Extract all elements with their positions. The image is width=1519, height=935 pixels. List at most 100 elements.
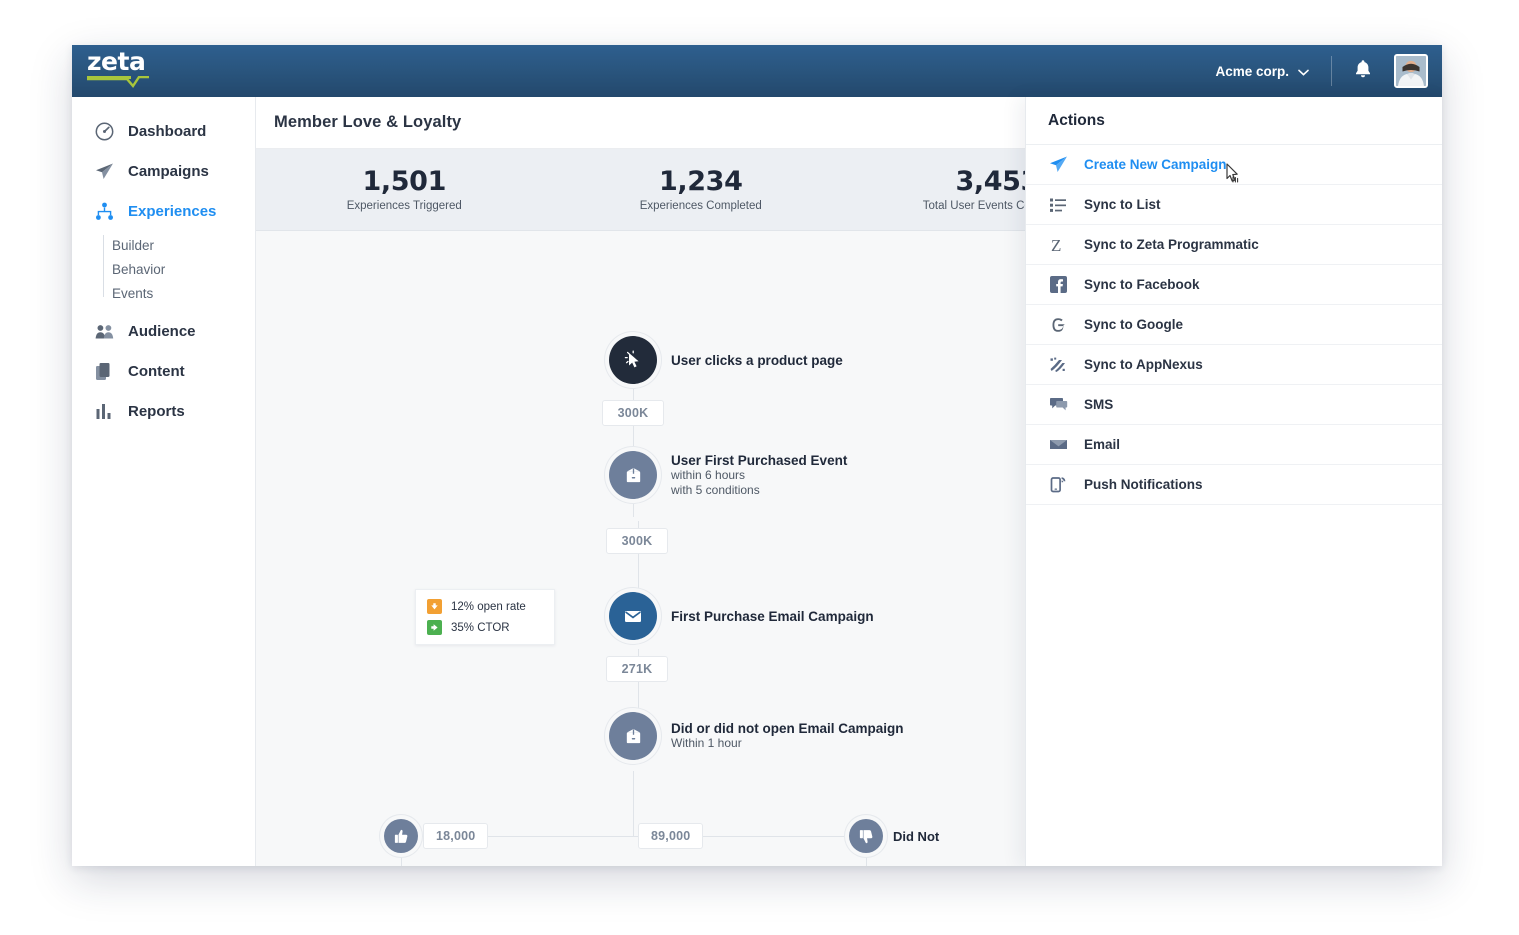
action-label: Sync to Facebook [1084,277,1200,292]
package-icon [609,712,657,760]
sidebar-item-label: Content [128,362,185,380]
metric-row: 35% CTOR [427,620,540,635]
cursor-click-icon [609,336,657,384]
action-create-new-campaign[interactable]: Create New Campaign [1026,145,1442,185]
action-label: Sync to AppNexus [1084,357,1203,372]
action-email[interactable]: Email [1026,425,1442,465]
flow-node-event[interactable]: User First Purchased Event within 6 hour… [609,451,847,499]
metric-row: 12% open rate [427,599,540,614]
flow-node-text: User First Purchased Event within 6 hour… [671,453,847,498]
envelope-icon [1048,435,1068,455]
bar-chart-icon [94,401,114,421]
metric-label: 12% open rate [451,600,526,613]
sidebar-item-label: Campaigns [128,162,209,180]
mobile-push-icon [1048,475,1068,495]
action-sync-to-google[interactable]: Sync to Google [1026,305,1442,345]
actions-panel: Actions Create New Campaign Sync to List… [1025,97,1442,866]
sidebar-subnav: Builder Behavior Events [72,233,255,305]
zeta-z-icon: Z [1048,235,1068,255]
zeta-logo[interactable]: zeta [87,49,149,93]
paper-plane-icon [94,161,114,181]
sidebar-item-dashboard[interactable]: Dashboard [72,111,255,151]
bell-icon [1354,59,1372,84]
action-label: Email [1084,437,1121,452]
sidebar-item-reports[interactable]: Reports [72,391,255,431]
sidebar-item-content[interactable]: Content [72,351,255,391]
flow-node-title: User First Purchased Event [671,452,848,468]
sidebar-subitem-events[interactable]: Events [112,281,255,305]
flow-branch-label: Did Not [893,828,940,844]
flow-count-pill: 300K [602,400,664,426]
flow-count-value: 271K [621,662,653,676]
flow-node-title: Did or did not open Email Campaign [671,721,904,736]
flow-edge [633,771,634,836]
action-sync-to-zeta-programmatic[interactable]: Z Sync to Zeta Programmatic [1026,225,1442,265]
org-name: Acme corp. [1215,63,1289,79]
thumbs-up-icon [384,819,418,853]
sidebar-subitem-label: Behavior [112,261,166,277]
sidebar-item-audience[interactable]: Audience [72,311,255,351]
action-sync-to-facebook[interactable]: Sync to Facebook [1026,265,1442,305]
action-label: Sync to List [1084,197,1161,212]
appnexus-icon [1048,355,1068,375]
action-sync-to-list[interactable]: Sync to List [1026,185,1442,225]
svg-text:Z: Z [1051,236,1061,254]
flow-node-text: User clicks a product page [671,353,843,368]
speedometer-icon [94,121,114,141]
flow-node-subtitle: with 5 conditions [671,482,760,497]
flow-node-text: Did or did not open Email Campaign Withi… [671,721,904,751]
sidebar-item-campaigns[interactable]: Campaigns [72,151,255,191]
flow-node-subtitle: within 6 hours [671,467,746,482]
notifications-button[interactable] [1332,59,1394,84]
list-icon [1048,195,1068,215]
sidebar-subitem-behavior[interactable]: Behavior [112,257,255,281]
flow-branch-did-not[interactable]: Did Not [849,819,939,853]
sidebar-item-label: Experiences [128,202,217,220]
flow-count-value: 18,000 [436,829,476,843]
sidebar-item-label: Reports [128,402,185,420]
action-label: Push Notifications [1084,477,1203,492]
sidebar-item-label: Audience [128,322,196,340]
stat-card: 1,501 Experiences Triggered [256,166,553,213]
top-bar-right: Acme corp. [1215,45,1442,97]
flow-count-pill: 300K [606,528,668,554]
app-window: zeta Acme corp. Dashboard Campaigns Expe… [72,45,1442,866]
sidebar-subitem-builder[interactable]: Builder [112,233,255,257]
paper-plane-icon [1048,155,1068,175]
sidebar-subitem-label: Events [112,285,154,301]
sidebar-item-label: Dashboard [128,122,207,140]
envelope-icon [609,592,657,640]
flow-count-value: 300K [617,406,649,420]
stat-label: Experiences Triggered [346,200,462,212]
action-label: Sync to Zeta Programmatic [1084,237,1259,252]
sidebar: Dashboard Campaigns Experiences Builder … [72,97,256,866]
sidebar-item-experiences[interactable]: Experiences [72,191,255,231]
stat-label: Experiences Completed [639,200,762,212]
action-sms[interactable]: SMS [1026,385,1442,425]
flow-node-title: User clicks a product page [671,352,843,368]
flow-count-value: 300K [621,534,653,548]
flow-count-value: 89,000 [651,829,691,843]
stat-card: 1,234 Experiences Completed [553,167,850,213]
flow-node-email-campaign[interactable]: First Purchase Email Campaign [609,592,874,640]
avatar[interactable] [1394,54,1428,88]
action-label: Create New Campaign [1084,157,1227,172]
flow-node-condition[interactable]: Did or did not open Email Campaign Withi… [609,712,904,760]
stat-value: 1,501 [362,166,447,197]
action-label: Sync to Google [1084,317,1184,332]
flow-count-pill: 18,000 [423,823,489,849]
thumbs-down-icon [849,819,883,853]
org-selector[interactable]: Acme corp. [1215,64,1331,79]
flow-node-text: First Purchase Email Campaign [671,609,874,624]
arrow-right-icon [427,620,442,635]
action-push-notifications[interactable]: Push Notifications [1026,465,1442,505]
package-icon [609,451,657,499]
action-sync-to-appnexus[interactable]: Sync to AppNexus [1026,345,1442,385]
flow-count-pill: 89,000 [638,823,704,849]
top-bar: zeta Acme corp. [72,45,1442,97]
flow-node-trigger[interactable]: User clicks a product page [609,336,843,384]
sitemap-icon [94,201,114,221]
flow-count-pill: 271K [606,656,668,682]
action-label: SMS [1084,397,1114,412]
actions-panel-title: Actions [1026,97,1442,145]
